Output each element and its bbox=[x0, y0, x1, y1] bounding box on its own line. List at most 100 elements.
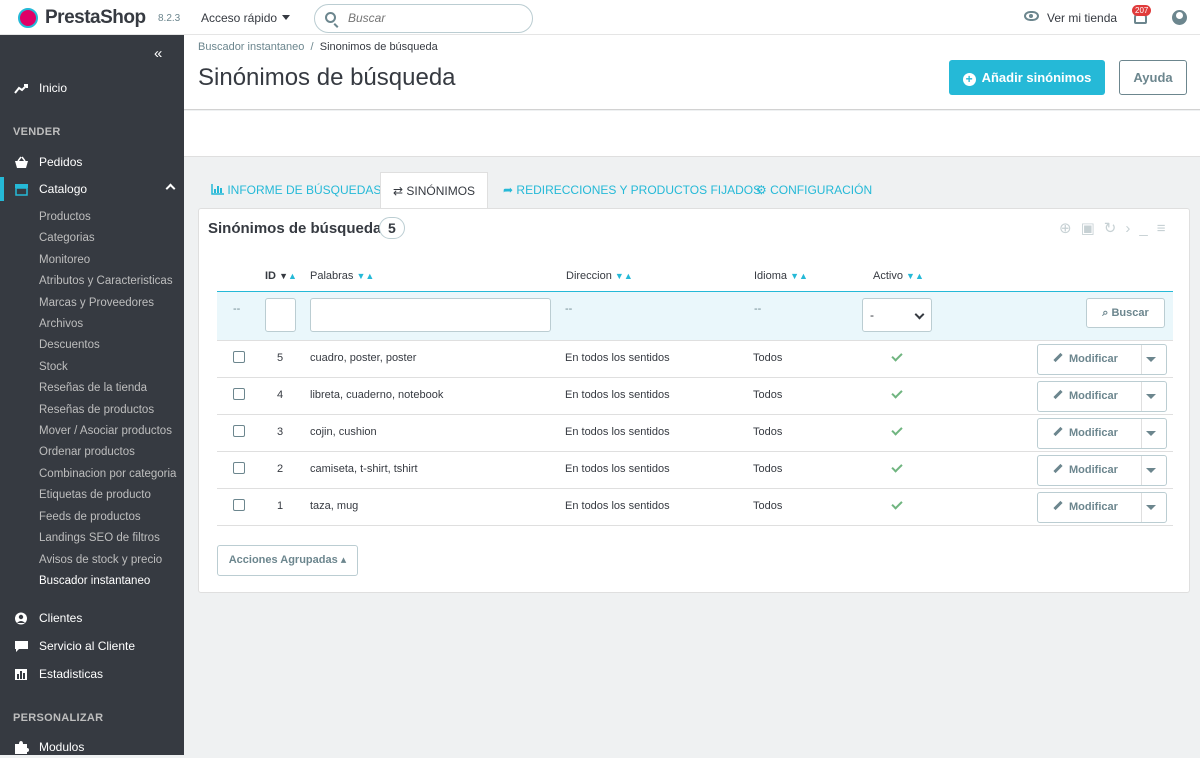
add-new-icon[interactable]: ⊕ bbox=[1059, 220, 1081, 237]
sidebar-item-pedidos[interactable]: Pedidos bbox=[0, 155, 184, 173]
caret-down-icon[interactable] bbox=[1146, 357, 1156, 362]
modify-button-group[interactable]: Modificar bbox=[1037, 344, 1167, 375]
sidebar-item-catalogo-active[interactable]: Catalogo bbox=[0, 177, 184, 201]
column-label: Idioma bbox=[754, 270, 788, 282]
modify-button[interactable]: Modificar bbox=[1038, 456, 1142, 485]
sidebar-subitem[interactable]: Mover / Asociar productos bbox=[39, 425, 172, 437]
caret-down-icon[interactable] bbox=[1146, 394, 1156, 399]
help-button[interactable]: Ayuda bbox=[1119, 60, 1187, 95]
sort-desc-icon[interactable]: ▼ bbox=[279, 271, 288, 281]
modify-button-group[interactable]: Modificar bbox=[1037, 418, 1167, 449]
modify-button-group[interactable]: Modificar bbox=[1037, 455, 1167, 486]
filter-active-select[interactable]: - bbox=[862, 298, 932, 332]
sidebar-subitem[interactable]: Categorias bbox=[39, 232, 95, 244]
filter-search-button[interactable]: ⌕ Buscar bbox=[1086, 298, 1165, 328]
sidebar-subitem[interactable]: Productos bbox=[39, 211, 91, 223]
sidebar-subitem[interactable]: Stock bbox=[39, 361, 68, 373]
row-checkbox[interactable] bbox=[233, 499, 245, 511]
sidebar-item-clientes[interactable]: Clientes bbox=[0, 611, 184, 629]
database-icon[interactable]: ≡ bbox=[1157, 220, 1175, 237]
column-header-palabras[interactable]: Palabras ▼▲ bbox=[310, 270, 374, 282]
check-icon[interactable] bbox=[891, 350, 903, 362]
check-icon[interactable] bbox=[891, 461, 903, 473]
filter-row: -- -- -- - ⌕ Buscar bbox=[217, 291, 1173, 341]
view-store-link[interactable]: Ver mi tienda bbox=[1047, 11, 1117, 25]
row-checkbox[interactable] bbox=[233, 462, 245, 474]
sidebar-item-estadisticas[interactable]: Estadisticas bbox=[0, 667, 184, 685]
search-input[interactable] bbox=[348, 11, 518, 25]
sort-asc-icon[interactable]: ▲ bbox=[288, 271, 297, 281]
sidebar-subitem[interactable]: Combinacion por categoria bbox=[39, 468, 176, 480]
caret-down-icon[interactable] bbox=[1146, 468, 1156, 473]
tab-configuracion[interactable]: ⚙ CONFIGURACIÓN bbox=[756, 172, 872, 208]
refresh-icon[interactable]: ↻ bbox=[1104, 220, 1126, 237]
row-checkbox[interactable] bbox=[233, 388, 245, 400]
sort-desc-icon[interactable]: ▼ bbox=[615, 271, 624, 281]
eye-icon[interactable] bbox=[1024, 11, 1039, 21]
prestashop-logo-icon[interactable] bbox=[18, 8, 38, 28]
user-avatar-icon[interactable] bbox=[1172, 10, 1187, 25]
table-row: 2 camiseta, t-shirt, tshirt En todos los… bbox=[217, 452, 1173, 489]
check-icon[interactable] bbox=[891, 387, 903, 399]
check-icon[interactable] bbox=[891, 424, 903, 436]
modify-button[interactable]: Modificar bbox=[1038, 382, 1142, 411]
modify-button-group[interactable]: Modificar bbox=[1037, 381, 1167, 412]
filter-id-input[interactable] bbox=[265, 298, 296, 332]
sidebar-subitem[interactable]: Monitoreo bbox=[39, 254, 90, 266]
bulk-actions-button[interactable]: Acciones Agrupadas ▴ bbox=[217, 545, 358, 576]
column-header-id[interactable]: ID ▼▲ bbox=[265, 270, 297, 282]
sidebar-subitem[interactable]: Etiquetas de producto bbox=[39, 489, 151, 501]
sidebar-subitem[interactable]: Atributos y Caracteristicas bbox=[39, 275, 173, 287]
sidebar-subitem[interactable]: Feeds de productos bbox=[39, 511, 141, 523]
sidebar-subitem[interactable]: Descuentos bbox=[39, 339, 100, 351]
sort-desc-icon[interactable]: ▼ bbox=[790, 271, 799, 281]
cell-language: Todos bbox=[753, 463, 783, 475]
modify-button[interactable]: Modificar bbox=[1038, 493, 1142, 522]
terminal-icon[interactable]: ›_ bbox=[1125, 220, 1156, 237]
chevron-up-icon bbox=[165, 183, 176, 194]
sidebar-subitem[interactable]: Ordenar productos bbox=[39, 446, 135, 458]
tab-informe[interactable]: INFORME DE BÚSQUEDAS bbox=[211, 172, 381, 208]
breadcrumb-parent[interactable]: Buscador instantaneo bbox=[198, 41, 304, 53]
sort-asc-icon[interactable]: ▲ bbox=[624, 271, 633, 281]
export-icon[interactable]: ▣ bbox=[1081, 220, 1104, 237]
sidebar-subitem[interactable]: Archivos bbox=[39, 318, 83, 330]
sidebar-subitem-active[interactable]: Buscador instantaneo bbox=[39, 575, 150, 587]
column-header-activo[interactable]: Activo ▼▲ bbox=[873, 270, 924, 282]
sort-asc-icon[interactable]: ▲ bbox=[799, 271, 808, 281]
row-checkbox[interactable] bbox=[233, 351, 245, 363]
sidebar-subitem[interactable]: Reseñas de la tienda bbox=[39, 382, 147, 394]
notification-badge: 207 bbox=[1132, 5, 1152, 16]
modify-button[interactable]: Modificar bbox=[1038, 419, 1142, 448]
search-box[interactable] bbox=[314, 4, 533, 33]
pencil-icon bbox=[1053, 426, 1063, 437]
sidebar-item-modulos[interactable]: Modulos bbox=[0, 740, 184, 758]
quick-access-dropdown[interactable]: Acceso rápido bbox=[201, 11, 290, 25]
breadcrumb-current: Sinonimos de búsqueda bbox=[319, 41, 438, 53]
synonyms-panel: Sinónimos de búsqueda 5 ⊕▣↻›_≡ ID ▼▲ Pal… bbox=[198, 208, 1190, 593]
sidebar-item-inicio[interactable]: Inicio bbox=[0, 81, 184, 99]
sidebar-subitem[interactable]: Landings SEO de filtros bbox=[39, 532, 160, 544]
add-synonyms-button[interactable]: + Añadir sinónimos bbox=[949, 60, 1105, 95]
row-checkbox[interactable] bbox=[233, 425, 245, 437]
sidebar-subitem[interactable]: Reseñas de productos bbox=[39, 404, 154, 416]
sidebar-subitem[interactable]: Avisos de stock y precio bbox=[39, 554, 162, 566]
modify-button[interactable]: Modificar bbox=[1038, 345, 1142, 374]
logo-text[interactable]: PrestaShop bbox=[45, 7, 146, 29]
collapse-sidebar-button[interactable]: « bbox=[154, 45, 163, 62]
column-header-idioma[interactable]: Idioma ▼▲ bbox=[754, 270, 808, 282]
modify-button-group[interactable]: Modificar bbox=[1037, 492, 1167, 523]
tab-sinonimos[interactable]: ⇄ SINÓNIMOS bbox=[380, 172, 488, 209]
check-icon[interactable] bbox=[891, 498, 903, 510]
sidebar-subitem[interactable]: Marcas y Proveedores bbox=[39, 297, 154, 309]
caret-down-icon[interactable] bbox=[1146, 505, 1156, 510]
sort-asc-icon[interactable]: ▲ bbox=[365, 271, 374, 281]
caret-down-icon[interactable] bbox=[1146, 431, 1156, 436]
sort-desc-icon[interactable]: ▼ bbox=[906, 271, 915, 281]
tab-redirecciones[interactable]: ➦ REDIRECCIONES Y PRODUCTOS FIJADOS bbox=[503, 172, 761, 208]
filter-words-input[interactable] bbox=[310, 298, 551, 332]
column-header-direccion[interactable]: Direccion ▼▲ bbox=[566, 270, 633, 282]
sidebar-item-label: Pedidos bbox=[39, 155, 83, 169]
sort-asc-icon[interactable]: ▲ bbox=[915, 271, 924, 281]
sidebar-item-servicio[interactable]: Servicio al Cliente bbox=[0, 639, 184, 657]
